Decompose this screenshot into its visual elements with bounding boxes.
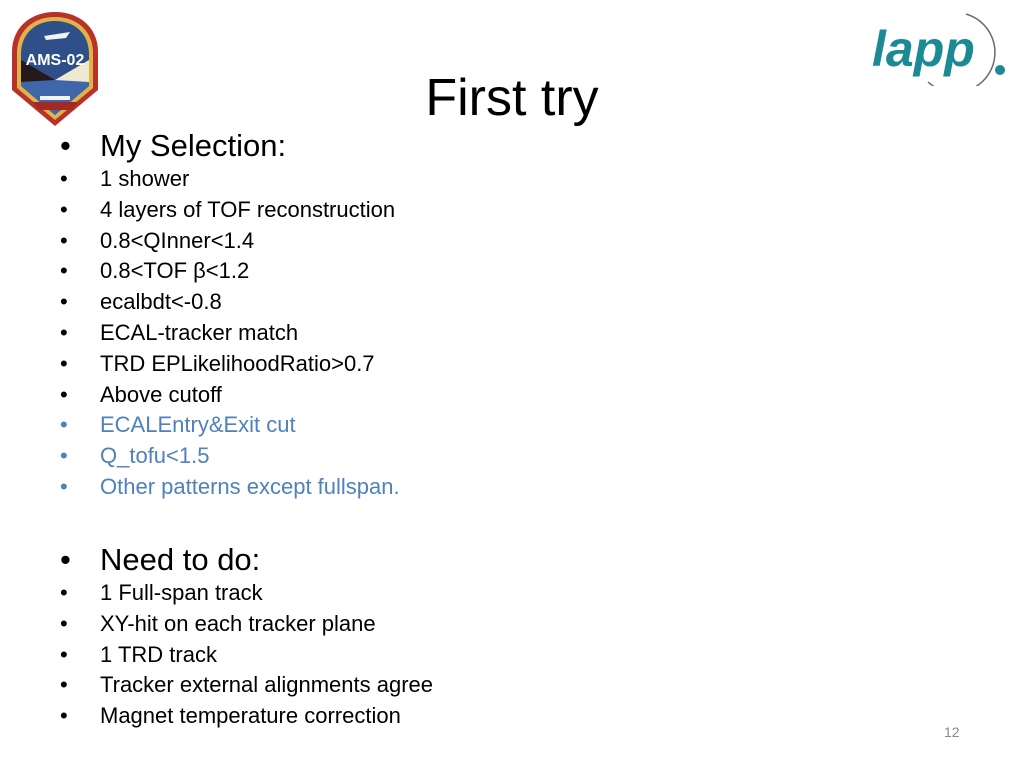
bullet-icon: •: [60, 672, 68, 698]
slide-title: First try: [425, 69, 599, 127]
bullet-icon: •: [60, 128, 71, 163]
bullet-icon: •: [60, 542, 71, 577]
list-item: • 1 shower: [60, 164, 400, 195]
bullet-icon: •: [60, 381, 68, 407]
todo-list: • Need to do: • 1 Full-span track • XY-hit…: [60, 542, 433, 732]
selection-heading-text: My Selection:: [100, 128, 287, 163]
bullet-icon: •: [60, 166, 68, 191]
list-item-highlighted: • Q_tofu<1.5: [60, 441, 400, 472]
list-item: • 1 Full-span track: [60, 578, 433, 609]
bullet-icon: •: [60, 412, 68, 438]
list-item: • 1 TRD track: [60, 640, 433, 671]
list-item-text: XY-hit on each tracker plane: [100, 610, 376, 636]
page-number: 12: [944, 724, 960, 740]
list-item: • Magnet temperature correction: [60, 701, 433, 732]
list-item-highlighted: • ECALEntry&Exit cut: [60, 410, 400, 441]
list-item: • XY-hit on each tracker plane: [60, 609, 433, 640]
list-item-text: 0.8<QInner<1.4: [100, 227, 255, 253]
list-item-text: ECAL-tracker match: [100, 319, 299, 345]
bullet-icon: •: [60, 227, 68, 253]
list-item-text: Tracker external alignments agree: [100, 672, 434, 698]
bullet-icon: •: [60, 289, 68, 315]
selection-list: • My Selection: • 1 shower • 4 layers of T…: [60, 128, 400, 503]
selection-heading: • My Selection:: [60, 128, 400, 164]
list-item-text: ECALEntry&Exit cut: [100, 412, 296, 438]
list-item-highlighted: • Other patterns except fullspan.: [60, 472, 400, 503]
list-item-text: 1 Full-span track: [100, 580, 263, 605]
list-item-text: Other patterns except fullspan.: [100, 473, 400, 499]
list-item: • 0.8<TOF β<1.2: [60, 256, 400, 287]
list-item-text: Magnet temperature correction: [100, 703, 401, 729]
list-item-text: 4 layers of TOF reconstruction: [100, 196, 396, 222]
list-item-text: ecalbdt<-0.8: [100, 289, 222, 315]
list-item: • Tracker external alignments agree: [60, 670, 433, 701]
list-item-text: 0.8<TOF β<1.2: [100, 258, 250, 284]
bullet-icon: •: [60, 350, 68, 376]
todo-heading: • Need to do:: [60, 542, 433, 578]
list-item-text: Q_tofu<1.5: [100, 443, 210, 469]
list-item-text: TRD EPLikelihoodRatio>0.7: [100, 350, 375, 376]
list-item: • Above cutoff: [60, 380, 400, 411]
bullet-icon: •: [60, 196, 68, 222]
list-item: • TRD EPLikelihoodRatio>0.7: [60, 349, 400, 380]
bullet-icon: •: [60, 580, 68, 605]
bullet-icon: •: [60, 641, 68, 667]
bullet-icon: •: [60, 703, 68, 729]
bullet-icon: •: [60, 258, 68, 284]
list-item: • ECAL-tracker match: [60, 318, 400, 349]
bullet-icon: •: [60, 610, 68, 636]
list-item: • 0.8<QInner<1.4: [60, 226, 400, 257]
bullet-icon: •: [60, 443, 68, 469]
bullet-icon: •: [60, 473, 68, 499]
list-item-text: 1 TRD track: [100, 641, 217, 667]
list-item-text: Above cutoff: [100, 381, 222, 407]
todo-heading-text: Need to do:: [100, 542, 261, 577]
list-item: • ecalbdt<-0.8: [60, 287, 400, 318]
list-item: • 4 layers of TOF reconstruction: [60, 195, 400, 226]
list-item-text: 1 shower: [100, 166, 190, 191]
bullet-icon: •: [60, 319, 68, 345]
